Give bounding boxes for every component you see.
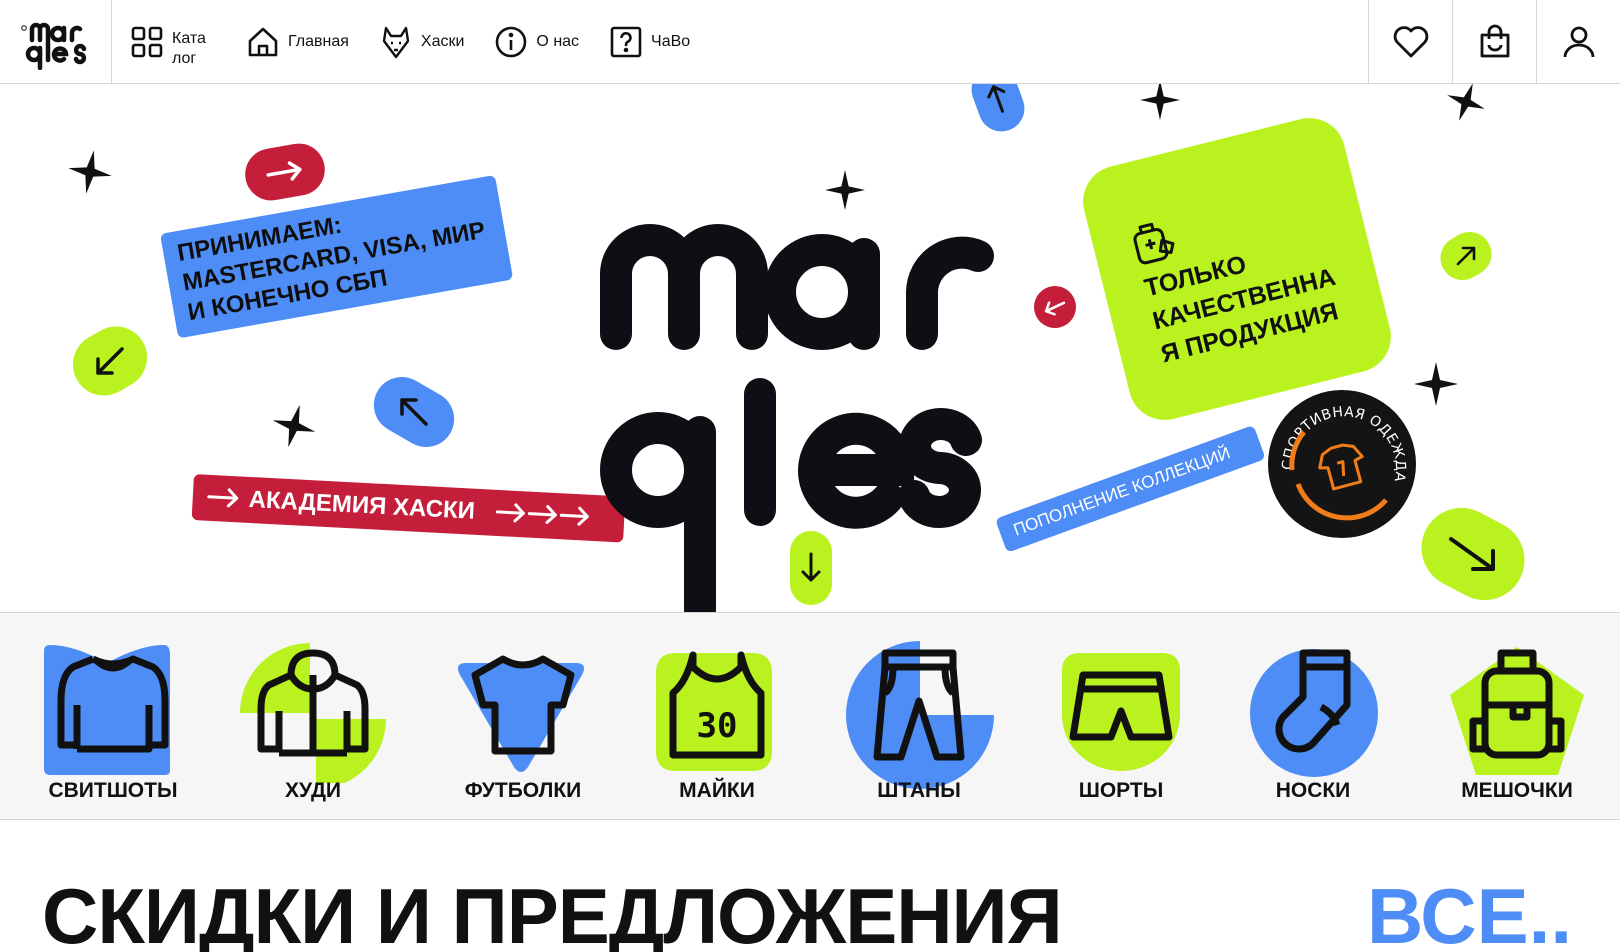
- nav-faq[interactable]: ЧаВо: [609, 25, 690, 59]
- sock-icon: [1275, 649, 1351, 753]
- category-tanktops-label: МАЙКИ: [679, 779, 755, 802]
- nav-home[interactable]: Главная: [246, 25, 349, 59]
- header-actions: [1368, 0, 1620, 84]
- category-shorts-label: ШОРТЫ: [1078, 779, 1164, 802]
- arrow-down-left-icon: [96, 347, 124, 375]
- category-tshirts-label: ФУТБОЛКИ: [464, 779, 582, 802]
- sparkle-icon: [825, 170, 865, 210]
- shorts-icon: [1069, 671, 1173, 741]
- tshirt-icon: [471, 655, 575, 755]
- arrow-pill: [61, 315, 159, 407]
- favorites-button[interactable]: [1368, 0, 1452, 84]
- category-pants[interactable]: ШТАНЫ: [834, 633, 1004, 803]
- category-sweatshirts[interactable]: СВИТШОТЫ: [28, 633, 198, 803]
- academy-tag-label: АКАДЕМИЯ ХАСКИ: [248, 485, 476, 525]
- tank-top-icon: 30: [669, 651, 765, 759]
- sportswear-badge: СПОРТИВНАЯ ОДЕЖДА: [1268, 390, 1416, 538]
- category-socks-label: НОСКИ: [1275, 779, 1351, 802]
- category-socks[interactable]: НОСКИ: [1228, 633, 1398, 803]
- arrow-up-icon: [987, 85, 1006, 113]
- triple-arrow-icon: [496, 503, 589, 526]
- marqles-logo: [20, 22, 86, 70]
- cart-button[interactable]: [1452, 0, 1536, 84]
- nav-husky[interactable]: Хаски: [379, 25, 465, 59]
- catalog-grid-icon: [131, 26, 163, 58]
- arrow-right-icon: [207, 488, 239, 508]
- arrow-up-right-icon: [1456, 246, 1476, 266]
- academy-tag[interactable]: АКАДЕМИЯ ХАСКИ: [191, 474, 626, 543]
- quality-card: ТОЛЬКО КАЧЕСТВЕННА Я ПРОДУКЦИЯ: [1075, 110, 1399, 428]
- home-icon: [248, 27, 278, 57]
- nav-home-label: Главная: [288, 33, 349, 50]
- category-hoodies-label: ХУДИ: [284, 779, 342, 802]
- category-pants-label: ШТАНЫ: [877, 779, 961, 802]
- category-bags-label: МЕШОЧКИ: [1461, 779, 1573, 802]
- payment-methods-tag: ПРИНИМАЕМ: MASTERCARD, VISA, МИР И КОНЕЧ…: [160, 174, 514, 339]
- logo-link[interactable]: [0, 0, 112, 84]
- collection-tag: ПОПОЛНЕНИЕ КОЛЛЕКЦИЙ: [995, 424, 1266, 553]
- arrow-up-left-icon: [400, 398, 428, 426]
- category-sweatshirts-label: СВИТШОТЫ: [48, 779, 178, 802]
- bag-icon: [1480, 24, 1509, 58]
- sparkle-icon: [68, 150, 112, 194]
- main-nav: Ката лог Главная Хаски О нас ЧаВо: [112, 0, 720, 84]
- sweatshirt-icon: [57, 655, 169, 753]
- arrow-pill: [965, 84, 1031, 138]
- nav-about[interactable]: О нас: [494, 25, 579, 59]
- arrow-pill: [1432, 223, 1500, 289]
- top-header: Ката лог Главная Хаски О нас ЧаВо: [0, 0, 1620, 84]
- backpack-tag-icon: [1133, 222, 1175, 265]
- info-icon: [496, 26, 527, 58]
- hero-banner[interactable]: ПРИНИМАЕМ: MASTERCARD, VISA, МИР И КОНЕЧ…: [0, 84, 1620, 612]
- offers-all-link[interactable]: ВСЕ..: [1367, 876, 1572, 952]
- husky-icon: [382, 26, 410, 59]
- backpack-icon: [1469, 649, 1565, 759]
- arrow-down-right-icon: [1449, 537, 1495, 571]
- tank-top-number: 30: [697, 706, 738, 746]
- hero-brand-logo: [600, 224, 994, 612]
- heart-icon: [1393, 26, 1428, 58]
- pants-icon: [873, 649, 965, 761]
- nav-husky-label: Хаски: [420, 33, 465, 50]
- sparkle-icon: [1414, 362, 1458, 406]
- profile-button[interactable]: [1536, 0, 1620, 84]
- arrow-pill: [241, 139, 329, 205]
- category-tanktops[interactable]: 30 МАЙКИ: [632, 633, 802, 803]
- category-strip: СВИТШОТЫ ХУДИ ФУТБОЛКИ 30 МАЙКИ ШТАНЫ ШО…: [0, 612, 1620, 820]
- offers-title: СКИДКИ И ПРЕДЛОЖЕНИЯ: [42, 872, 1063, 952]
- category-bags[interactable]: МЕШОЧКИ: [1432, 633, 1602, 803]
- sparkle-icon: [1447, 84, 1485, 121]
- arrow-pill: [1028, 280, 1082, 334]
- arrow-right-icon: [266, 161, 302, 181]
- sparkle-icon: [272, 404, 316, 448]
- nav-catalog[interactable]: Ката лог: [130, 15, 216, 69]
- nav-faq-label: ЧаВо: [651, 33, 691, 50]
- offers-section: СКИДКИ И ПРЕДЛОЖЕНИЯ ВСЕ..: [0, 820, 1620, 952]
- category-hoodies[interactable]: ХУДИ: [228, 633, 398, 803]
- arrow-down-left-icon: [1044, 301, 1066, 316]
- nav-about-label: О нас: [536, 33, 580, 50]
- faq-icon: [610, 26, 642, 58]
- sparkle-icon: [1140, 84, 1180, 120]
- category-shorts[interactable]: ШОРТЫ: [1036, 633, 1206, 803]
- category-tshirts[interactable]: ФУТБОЛКИ: [438, 633, 608, 803]
- arrow-pill: [363, 366, 465, 458]
- arrow-pill: [1407, 493, 1539, 612]
- hoodie-icon: [257, 649, 369, 757]
- sportswear-badge-graphic: СПОРТИВНАЯ ОДЕЖДА: [1280, 404, 1408, 521]
- nav-catalog-label: Ката лог: [172, 30, 206, 67]
- user-icon: [1563, 26, 1594, 58]
